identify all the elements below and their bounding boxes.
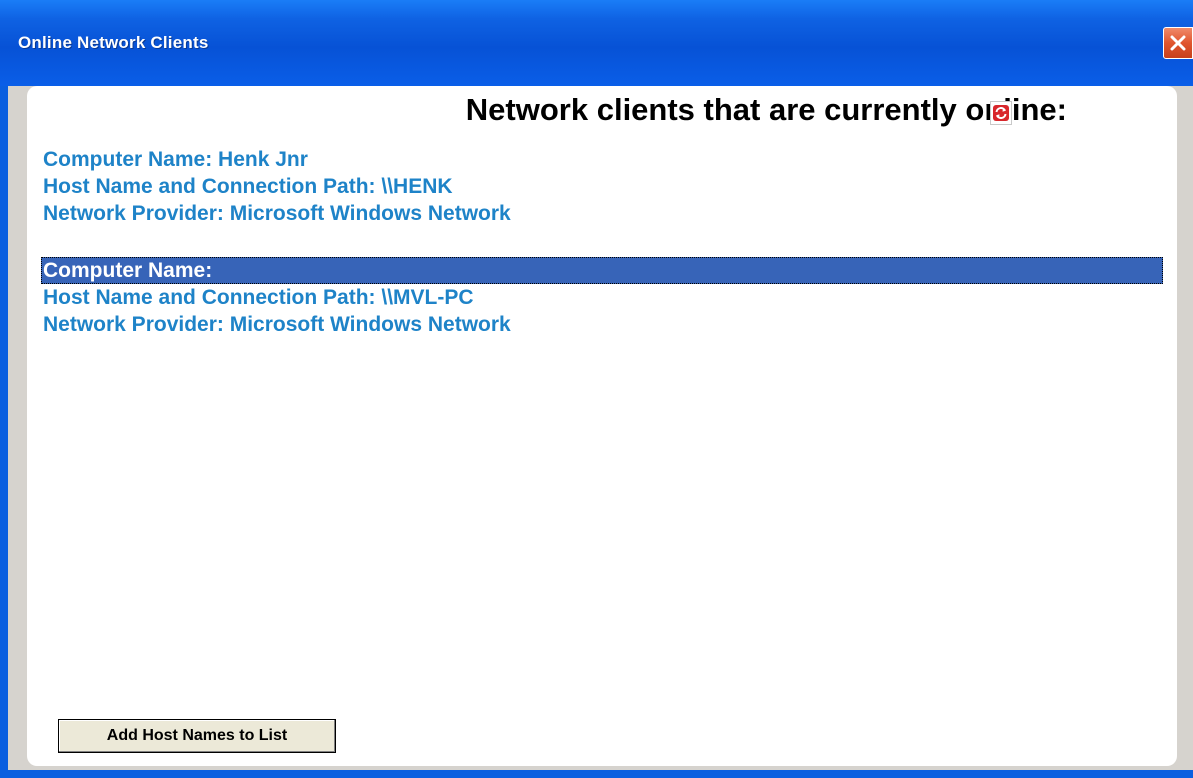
network-provider[interactable]: Network Provider: Microsoft Windows Netw… xyxy=(41,311,1163,338)
client-area: Network clients that are currently onlin… xyxy=(8,86,1193,770)
list-item[interactable]: Computer Name: Henk Jnr Host Name and Co… xyxy=(41,146,1163,227)
close-button[interactable] xyxy=(1163,27,1193,59)
host-path[interactable]: Host Name and Connection Path: \\MVL-PC xyxy=(41,284,1163,311)
clients-panel: Network clients that are currently onlin… xyxy=(27,86,1177,766)
network-provider[interactable]: Network Provider: Microsoft Windows Netw… xyxy=(41,200,1163,227)
close-icon xyxy=(1170,35,1186,51)
refresh-icon xyxy=(993,105,1009,121)
host-path[interactable]: Host Name and Connection Path: \\HENK xyxy=(41,173,1163,200)
client-list[interactable]: Computer Name: Henk Jnr Host Name and Co… xyxy=(41,146,1163,368)
list-item[interactable]: Computer Name: Host Name and Connection … xyxy=(41,257,1163,338)
page-title: Network clients that are currently onlin… xyxy=(465,92,1067,127)
computer-name-selected[interactable]: Computer Name: xyxy=(41,257,1163,284)
window-title: Online Network Clients xyxy=(18,33,209,52)
add-host-names-button[interactable]: Add Host Names to List xyxy=(58,719,336,753)
title-bar[interactable]: Online Network Clients xyxy=(0,0,1193,86)
dialog-window: Online Network Clients Network clients t… xyxy=(0,0,1193,778)
refresh-button[interactable] xyxy=(990,101,1012,125)
computer-name[interactable]: Computer Name: Henk Jnr xyxy=(41,146,1163,173)
